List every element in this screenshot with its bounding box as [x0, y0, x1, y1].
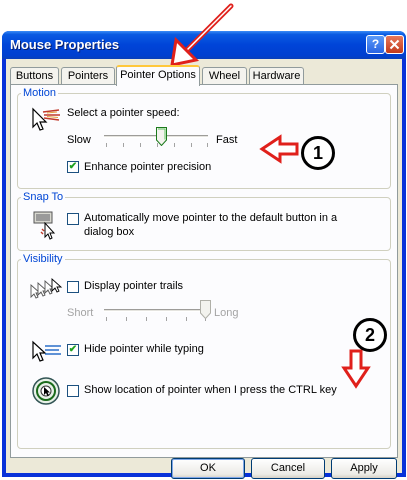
annotation-arrow-2	[341, 349, 371, 389]
callout-2: 2	[353, 318, 387, 352]
annotation-arrow-1	[259, 134, 299, 164]
annotation-arrow-top	[170, 3, 234, 67]
tab-pointer-options[interactable]: Pointer Options	[116, 65, 200, 86]
callout-1: 1	[301, 136, 335, 170]
annotation-overlay	[170, 3, 371, 389]
